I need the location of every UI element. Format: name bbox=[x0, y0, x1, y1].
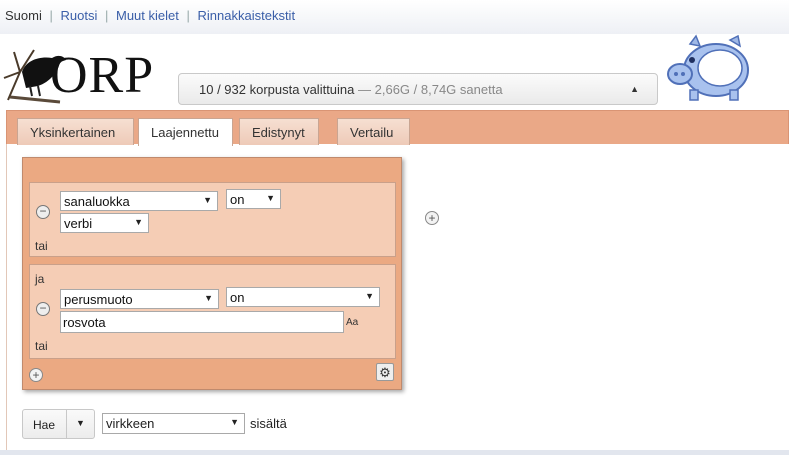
value-input[interactable]: rosvota bbox=[60, 311, 344, 333]
query-builder: − sanaluokka ▼ on ▼ verbi ▼ tai ja − perusm… bbox=[22, 157, 402, 390]
footer-strip bbox=[0, 450, 789, 455]
attribute-select[interactable]: perusmuoto ▼ bbox=[60, 289, 219, 309]
add-token-plus-icon[interactable]: + bbox=[29, 368, 43, 382]
within-select[interactable]: virkkeen ▼ bbox=[102, 413, 245, 434]
dropdown-arrow-icon: ▼ bbox=[204, 293, 213, 303]
corpus-selector[interactable]: 10 / 932 korpusta valittuina — 2,66G / 8… bbox=[178, 73, 658, 105]
within-suffix-label: sisältä bbox=[250, 416, 287, 431]
corpus-count: 10 / 932 korpusta valittuina bbox=[199, 82, 355, 97]
value-select[interactable]: verbi ▼ bbox=[60, 213, 149, 233]
lang-link-parallel[interactable]: Rinnakkaistekstit bbox=[198, 8, 296, 23]
attribute-select[interactable]: sanaluokka ▼ bbox=[60, 191, 218, 211]
remove-minus-icon[interactable]: − bbox=[36, 302, 50, 316]
separator: | bbox=[104, 8, 109, 23]
dropdown-arrow-icon: ▼ bbox=[134, 217, 143, 227]
tab-simple[interactable]: Yksinkertainen bbox=[17, 118, 134, 145]
token-count: — 2,66G / 8,74G sanetta bbox=[358, 82, 503, 97]
tab-extended[interactable]: Laajennettu bbox=[138, 118, 233, 146]
tab-compare[interactable]: Vertailu bbox=[337, 118, 410, 145]
dropdown-arrow-icon: ▼ bbox=[203, 195, 212, 205]
and-label: ja bbox=[35, 272, 45, 286]
dropdown-arrow-icon: ▼ bbox=[365, 291, 374, 301]
language-bar: Suomi | Ruotsi | Muut kielet | Rinnakkai… bbox=[0, 0, 789, 34]
token-group-2: ja − perusmuoto ▼ on ▼ rosvota Aa tai bbox=[29, 264, 396, 359]
operator-select[interactable]: on ▼ bbox=[226, 287, 380, 307]
lang-link-swedish[interactable]: Ruotsi bbox=[61, 8, 98, 23]
token-group-1: − sanaluokka ▼ on ▼ verbi ▼ tai bbox=[29, 182, 396, 257]
operator-select[interactable]: on ▼ bbox=[226, 189, 281, 209]
add-token-plus-icon[interactable]: + bbox=[425, 211, 439, 225]
dropdown-caret-icon[interactable]: ▼ bbox=[76, 418, 85, 428]
remove-minus-icon[interactable]: − bbox=[36, 205, 50, 219]
search-button-group[interactable]: Hae ▼ bbox=[22, 409, 95, 439]
logo-text: ORP bbox=[50, 47, 155, 104]
gear-icon[interactable]: ⚙ bbox=[376, 363, 394, 381]
piggy-bank-icon bbox=[667, 34, 749, 101]
lang-current: Suomi bbox=[5, 8, 42, 23]
or-link[interactable]: tai bbox=[35, 339, 48, 353]
or-link[interactable]: tai bbox=[35, 239, 48, 253]
separator: | bbox=[49, 8, 53, 23]
tab-bar: Yksinkertainen Laajennettu Edistynyt Ver… bbox=[6, 110, 789, 146]
case-insensitive-toggle[interactable]: Aa bbox=[346, 317, 358, 328]
dropdown-arrow-icon: ▼ bbox=[230, 417, 239, 427]
updown-caret-icon: ▲ bbox=[630, 84, 639, 94]
tab-advanced[interactable]: Edistynyt bbox=[239, 118, 319, 145]
search-button-label[interactable]: Hae bbox=[33, 418, 55, 432]
lang-link-other[interactable]: Muut kielet bbox=[116, 8, 179, 23]
divider bbox=[66, 410, 67, 438]
dropdown-arrow-icon: ▼ bbox=[266, 193, 275, 203]
separator: | bbox=[186, 8, 190, 23]
